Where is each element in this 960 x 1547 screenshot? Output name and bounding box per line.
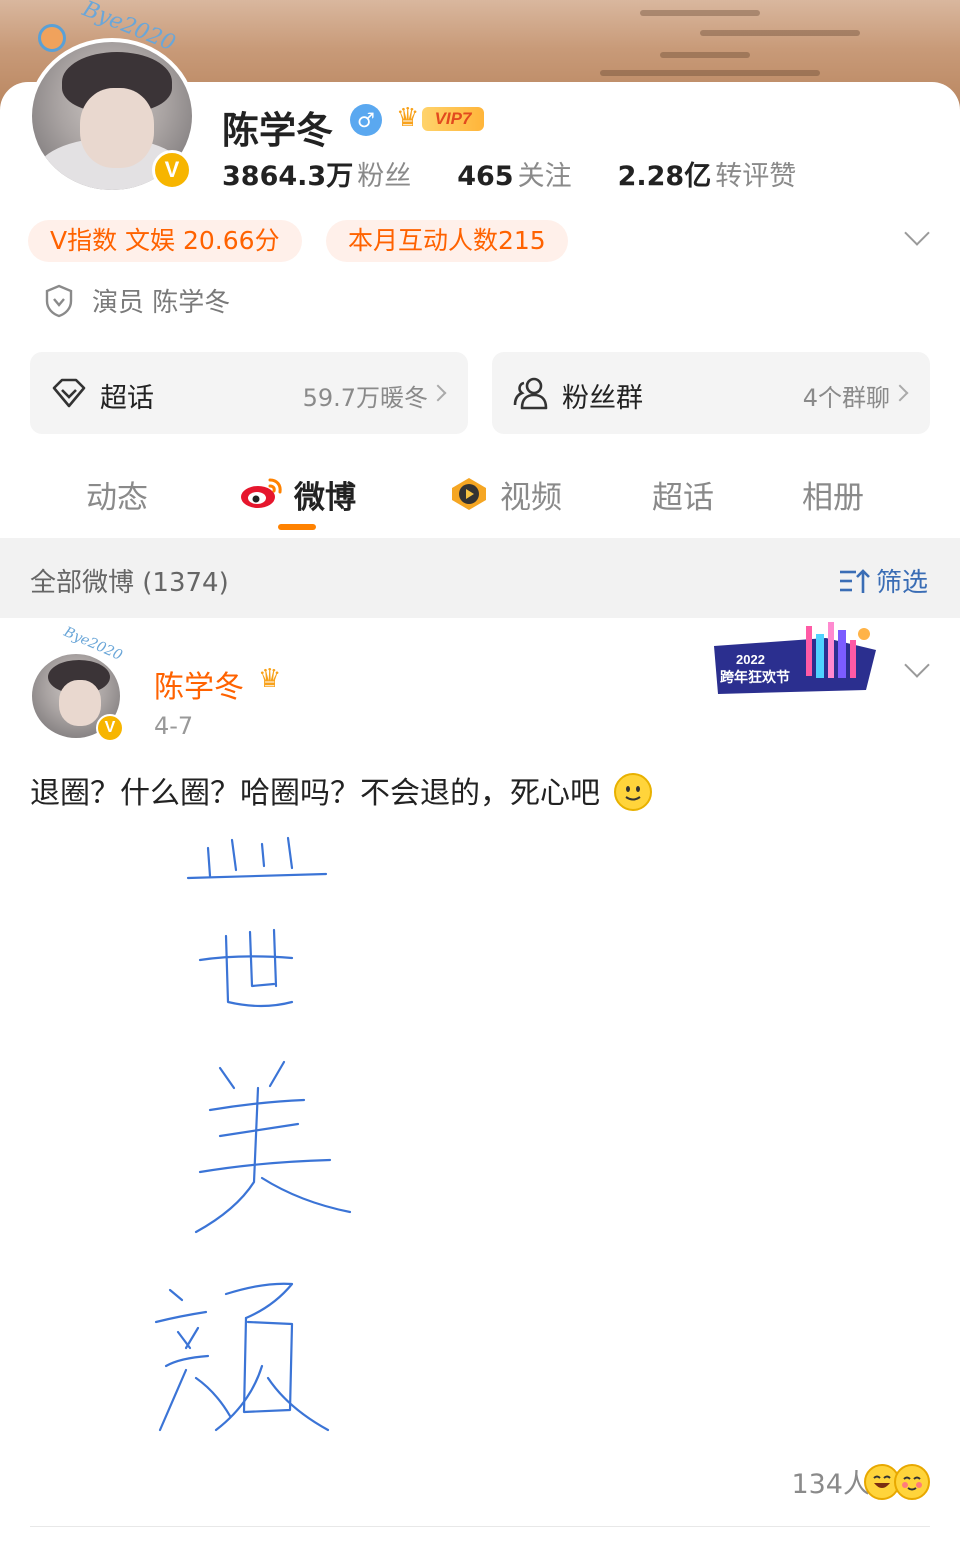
post-text: 退圈？什么圈？哈圈吗？不会退的，死心吧 <box>30 768 652 812</box>
stat-label: 粉丝 <box>357 161 412 192</box>
verification-info: 演员 陈学冬 <box>44 282 230 319</box>
video-play-icon <box>452 478 486 510</box>
post-divider <box>30 1526 930 1527</box>
filter-icon <box>839 568 870 593</box>
filter-label: 筛选 <box>875 568 928 598</box>
stat-label: 转评赞 <box>715 161 797 192</box>
supertopic-title: 超话 <box>100 383 154 414</box>
promo-year-text: 2022 <box>736 652 765 667</box>
verification-text: 演员 陈学冬 <box>92 288 231 318</box>
profile-stats: 3864.3万 粉丝 465 关注 2.28亿 转评赞 <box>222 154 842 193</box>
post-verified-badge-icon: V <box>96 714 124 742</box>
stat-following[interactable]: 465 关注 <box>457 154 571 193</box>
post-body-text: 退圈？什么圈？哈圈吗？不会退的，死心吧 <box>30 776 600 811</box>
stat-label: 关注 <box>517 161 572 192</box>
stat-followers[interactable]: 3864.3万 粉丝 <box>222 154 411 193</box>
new-year-festival-badge[interactable]: 2022 跨年狂欢节 <box>706 620 882 698</box>
stat-number: 3864.3万 <box>222 161 354 192</box>
chevron-right-icon <box>429 384 447 402</box>
profile-name: 陈学冬 <box>222 109 333 152</box>
filter-button[interactable]: 筛选 <box>838 562 928 599</box>
vip-badge[interactable]: ♛ VIP7 <box>396 103 488 135</box>
post-timestamp: 4-7 <box>154 712 194 740</box>
supertopic-detail: 59.7万暖冬 <box>302 384 428 412</box>
smile-emoji-icon <box>613 773 652 811</box>
crown-icon: ♛ <box>396 103 420 133</box>
tab-weibo[interactable]: 微博 <box>294 472 356 517</box>
post-filter-bar: 全部微博 (1374) 筛选 <box>0 538 960 618</box>
monthly-interaction-pill[interactable]: 本月互动人数215 <box>326 220 568 262</box>
tab-dynamics[interactable]: 动态 <box>86 472 148 517</box>
fangroup-detail: 4个群聊 <box>802 384 890 412</box>
all-posts-count: 全部微博 (1374) <box>30 568 229 598</box>
stat-number: 465 <box>457 161 514 192</box>
shield-icon <box>45 284 73 317</box>
vip-label: VIP7 <box>422 107 484 131</box>
stat-engagement[interactable]: 2.28亿 转评赞 <box>618 154 797 193</box>
verified-badge-icon: V <box>152 150 192 190</box>
fangroup-card[interactable]: 粉丝群 4个群聊 <box>492 352 930 434</box>
active-tab-indicator <box>278 524 316 530</box>
supertopic-card[interactable]: 超话 59.7万暖冬 <box>30 352 468 434</box>
tab-supertopic[interactable]: 超话 <box>652 472 714 517</box>
tab-album[interactable]: 相册 <box>802 472 864 517</box>
vip-crown-icon: ♛ <box>258 664 282 694</box>
male-icon: ♂ <box>350 104 382 136</box>
love-emoji-icon <box>894 1463 930 1500</box>
chevron-right-icon <box>891 384 909 402</box>
weibo-logo-icon <box>241 478 282 508</box>
post-author-name[interactable]: 陈学冬 <box>154 662 244 706</box>
post-image-handwriting[interactable] <box>30 818 930 1458</box>
avatar-frame-eye-icon <box>38 24 66 52</box>
post-reactions[interactable]: 134人 <box>791 1462 930 1501</box>
fangroup-title: 粉丝群 <box>562 383 643 414</box>
tab-video[interactable]: 视频 <box>500 472 562 517</box>
diamond-icon <box>52 378 86 408</box>
reaction-count: 134人 <box>791 1469 870 1500</box>
group-icon <box>513 377 548 410</box>
promo-title-text: 跨年狂欢节 <box>720 669 790 686</box>
v-index-pill[interactable]: V指数 文娱 20.66分 <box>28 220 302 262</box>
stat-number: 2.28亿 <box>617 161 712 192</box>
